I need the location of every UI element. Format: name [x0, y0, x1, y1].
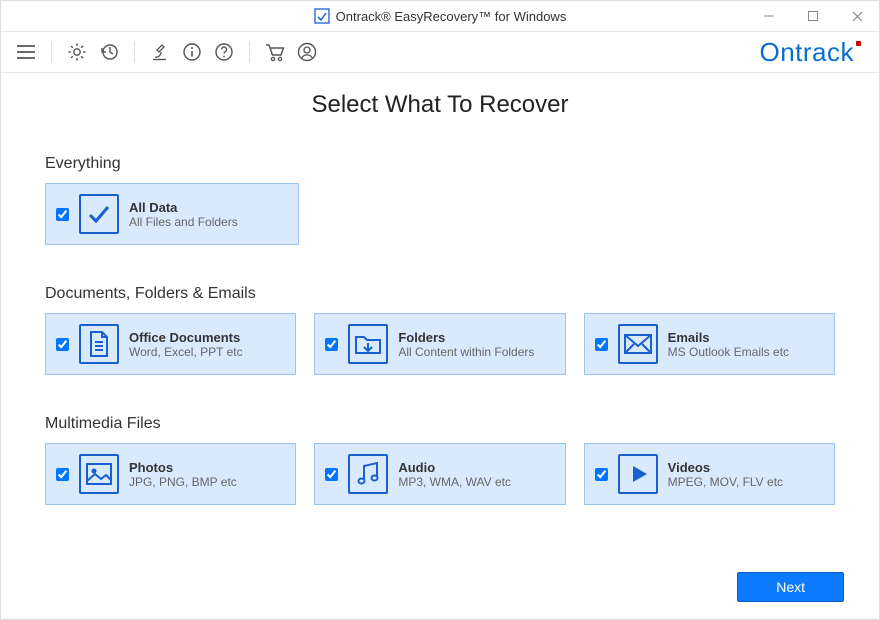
checkbox-emails[interactable] [595, 338, 608, 351]
card-title: Folders [398, 330, 534, 345]
card-subtitle: MPEG, MOV, FLV etc [668, 475, 783, 489]
card-subtitle: JPG, PNG, BMP etc [129, 475, 237, 489]
card-title: All Data [129, 200, 238, 215]
content: Select What To Recover Everything All Da… [1, 73, 879, 505]
checkbox-photos[interactable] [56, 468, 69, 481]
user-icon[interactable] [296, 41, 318, 63]
footer: Next [737, 572, 844, 602]
minimize-button[interactable] [747, 1, 791, 31]
separator [51, 41, 52, 63]
play-icon [618, 454, 658, 494]
card-title: Photos [129, 460, 237, 475]
image-icon [79, 454, 119, 494]
page-title: Select What To Recover [45, 91, 835, 119]
history-icon[interactable] [98, 41, 120, 63]
section-title-media: Multimedia Files [45, 415, 835, 433]
card-title: Videos [668, 460, 783, 475]
checkbox-all-data[interactable] [56, 208, 69, 221]
card-title: Audio [398, 460, 511, 475]
card-title: Emails [668, 330, 789, 345]
card-emails[interactable]: Emails MS Outlook Emails etc [584, 313, 835, 375]
section-title-everything: Everything [45, 155, 835, 173]
card-subtitle: MS Outlook Emails etc [668, 345, 789, 359]
window-title: Ontrack® EasyRecovery™ for Windows [336, 9, 567, 24]
check-icon [79, 194, 119, 234]
toolbar: Ontrack [1, 31, 879, 73]
card-photos[interactable]: Photos JPG, PNG, BMP etc [45, 443, 296, 505]
checkbox-videos[interactable] [595, 468, 608, 481]
checkbox-folders[interactable] [325, 338, 338, 351]
checkbox-office-documents[interactable] [56, 338, 69, 351]
close-button[interactable] [835, 1, 879, 31]
music-icon [348, 454, 388, 494]
card-subtitle: All Content within Folders [398, 345, 534, 359]
card-subtitle: MP3, WMA, WAV etc [398, 475, 511, 489]
card-title: Office Documents [129, 330, 243, 345]
gear-icon[interactable] [66, 41, 88, 63]
next-button[interactable]: Next [737, 572, 844, 602]
section-title-docs: Documents, Folders & Emails [45, 285, 835, 303]
maximize-button[interactable] [791, 1, 835, 31]
cart-icon[interactable] [264, 41, 286, 63]
card-subtitle: All Files and Folders [129, 215, 238, 229]
card-audio[interactable]: Audio MP3, WMA, WAV etc [314, 443, 565, 505]
card-subtitle: Word, Excel, PPT etc [129, 345, 243, 359]
checkbox-audio[interactable] [325, 468, 338, 481]
menu-icon[interactable] [15, 41, 37, 63]
titlebar: Ontrack® EasyRecovery™ for Windows [1, 1, 879, 31]
separator [249, 41, 250, 63]
brand-logo: Ontrack [759, 37, 861, 68]
info-icon[interactable] [181, 41, 203, 63]
window-controls [747, 1, 879, 31]
envelope-icon [618, 324, 658, 364]
microscope-icon[interactable] [149, 41, 171, 63]
card-office-documents[interactable]: Office Documents Word, Excel, PPT etc [45, 313, 296, 375]
separator [134, 41, 135, 63]
document-icon [79, 324, 119, 364]
app-icon [314, 8, 330, 24]
folder-icon [348, 324, 388, 364]
help-icon[interactable] [213, 41, 235, 63]
card-videos[interactable]: Videos MPEG, MOV, FLV etc [584, 443, 835, 505]
card-all-data[interactable]: All Data All Files and Folders [45, 183, 299, 245]
card-folders[interactable]: Folders All Content within Folders [314, 313, 565, 375]
brand-text: Ontrack [759, 37, 854, 68]
